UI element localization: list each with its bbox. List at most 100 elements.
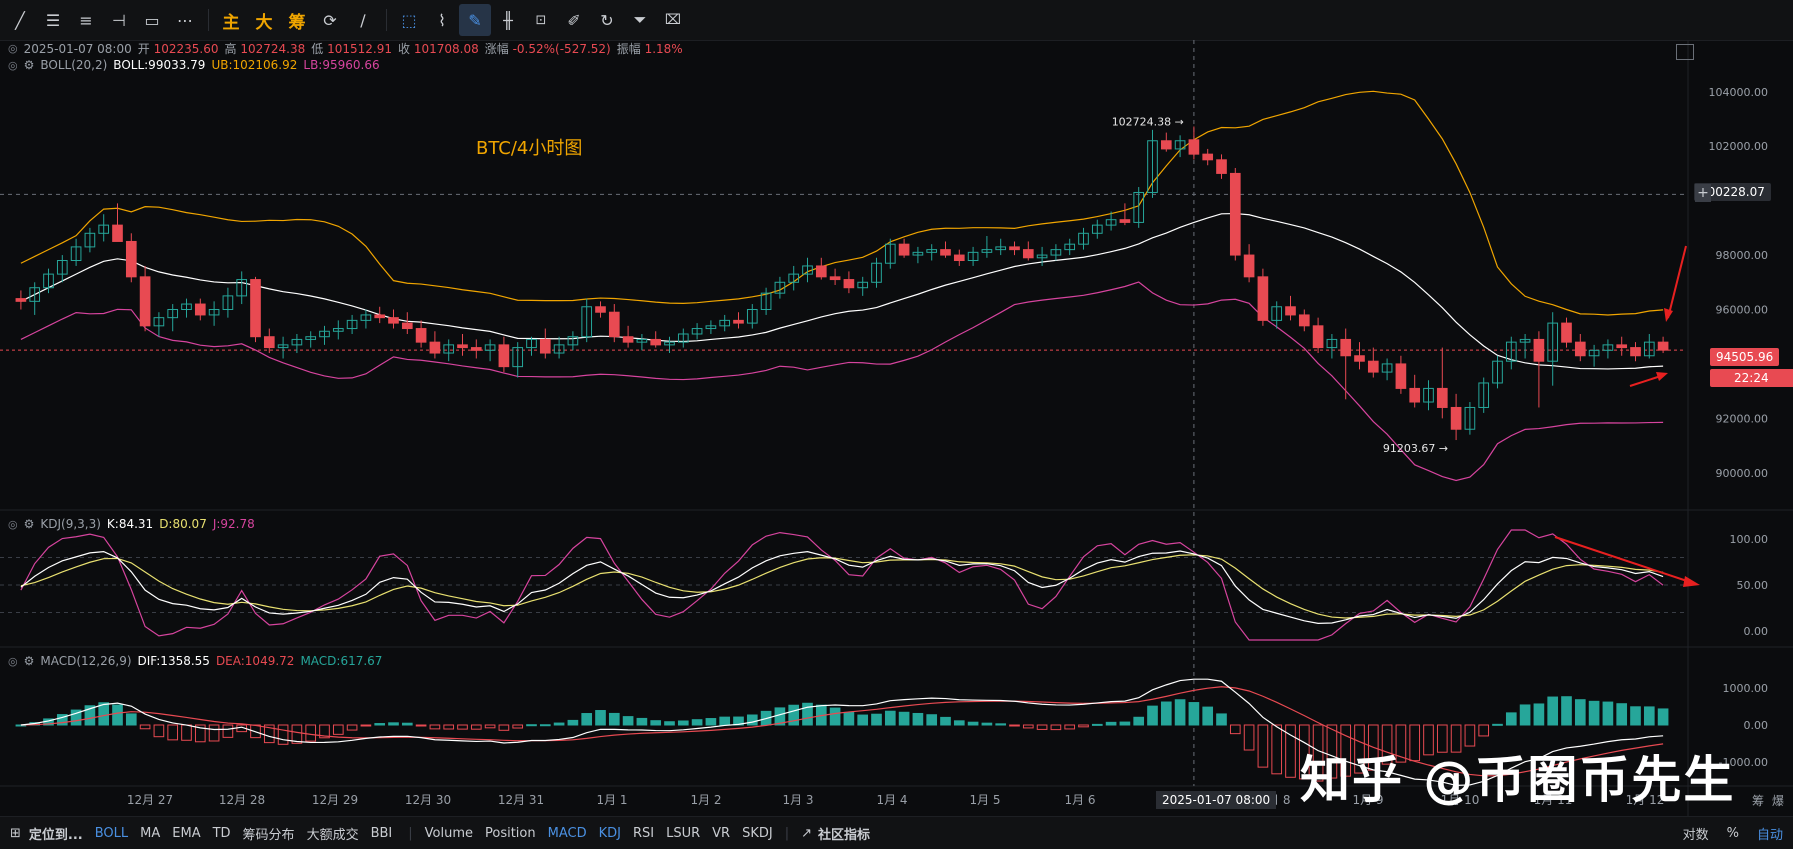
- macd-histogram-bar: [1588, 700, 1600, 726]
- sub-indicator-kdj[interactable]: KDJ: [599, 826, 621, 841]
- kdj-name: KDJ(9,3,3): [40, 517, 101, 531]
- sub-indicator-macd[interactable]: MACD: [548, 826, 587, 841]
- macd-histogram-bar: [1216, 713, 1227, 726]
- macd-histogram-bar: [967, 721, 979, 726]
- price-axis-label: 96000.00: [1716, 303, 1769, 316]
- macd-histogram-bar: [857, 714, 869, 726]
- annotation-arrow-head: [1656, 372, 1668, 381]
- indicator-chip-distribution[interactable]: 筹码分布: [243, 824, 295, 843]
- log-scale-toggle[interactable]: 对数: [1683, 824, 1709, 843]
- macd-histogram-bar: [1119, 721, 1131, 726]
- add-alert-icon[interactable]: +: [1695, 184, 1711, 202]
- indicator-settings-icon[interactable]: ⚙: [24, 58, 35, 72]
- macd-histogram-bar: [208, 724, 220, 742]
- toggle-visibility-icon[interactable]: ◎: [8, 518, 18, 531]
- macd-histogram-bar: [1243, 724, 1255, 751]
- time-axis-label: 1月 1: [596, 793, 627, 807]
- macd-histogram-bar: [1630, 706, 1641, 726]
- indicator-td[interactable]: TD: [213, 826, 231, 841]
- candle-body: [953, 254, 965, 262]
- macd-histogram-bar: [1492, 723, 1503, 726]
- macd-histogram-bar: [1174, 699, 1186, 726]
- current-price-tag: 94505.96: [1710, 348, 1780, 366]
- amplitude-value: 1.18%: [644, 42, 683, 56]
- macd-histogram-bar: [581, 713, 593, 726]
- toggle-visibility-icon[interactable]: ◎: [8, 59, 18, 72]
- candle-body: [1022, 249, 1034, 259]
- kdj-j-value: J:92.78: [212, 517, 255, 531]
- macd-histogram-bar: [1271, 724, 1283, 775]
- indicator-large-trades[interactable]: 大额成交: [307, 824, 359, 843]
- time-axis-label: 12月 28: [219, 793, 265, 807]
- indicator-ma[interactable]: MA: [140, 826, 160, 841]
- sub-indicator-vr[interactable]: VR: [712, 826, 730, 841]
- macd-histogram-bar: [636, 717, 648, 726]
- fullscreen-icon[interactable]: [1676, 44, 1694, 60]
- macd-histogram-bar: [884, 710, 896, 726]
- candle-body: [898, 243, 910, 256]
- chart-canvas[interactable]: 104000.00 102000.00 98000.00 96000.00 92000.…: [0, 0, 1793, 816]
- candle-body: [1312, 325, 1324, 349]
- candle-body: [1119, 219, 1131, 223]
- macd-histogram-bar: [181, 724, 192, 741]
- sub-indicator-volume[interactable]: Volume: [425, 826, 473, 841]
- macd-histogram-bar: [415, 724, 427, 727]
- candle-body: [470, 347, 482, 351]
- candle-body: [374, 314, 386, 319]
- indicator-settings-icon[interactable]: ⚙: [24, 654, 35, 668]
- indicator-bbi[interactable]: BBI: [371, 826, 393, 841]
- macd-histogram-bar: [139, 724, 151, 730]
- sub-indicator-skdj[interactable]: SKDJ: [742, 826, 773, 841]
- time-axis-label: 1月 2: [690, 793, 721, 807]
- time-axis-label: 12月 30: [405, 793, 451, 807]
- macd-histogram-bar: [1133, 716, 1145, 726]
- indicator-ema[interactable]: EMA: [172, 826, 200, 841]
- candle-body: [1367, 360, 1379, 373]
- ohlc-info: ◎ 2025-01-07 08:00 开 102235.60 高 102724.…: [8, 41, 683, 57]
- toggle-visibility-icon[interactable]: ◎: [8, 42, 18, 55]
- macd-histogram-bar: [1147, 705, 1158, 726]
- candle-body: [1395, 363, 1407, 389]
- macd-histogram-bar: [360, 724, 372, 727]
- time-axis-label: 1月 3: [782, 793, 813, 807]
- candle-body: [429, 341, 441, 354]
- macd-histogram-bar: [829, 707, 841, 726]
- auto-scale-toggle[interactable]: 自动: [1757, 824, 1783, 843]
- kdj-axis-label: 50.00: [1737, 579, 1769, 592]
- macd-histogram-bar: [512, 724, 524, 729]
- toggle-visibility-icon[interactable]: ◎: [8, 655, 18, 668]
- macd-histogram-bar: [953, 720, 965, 726]
- sub-indicator-rsi[interactable]: RSI: [633, 826, 654, 841]
- macd-histogram-bar: [1064, 724, 1076, 730]
- sub-indicator-lsur[interactable]: LSUR: [666, 826, 700, 841]
- annotation-arrow: [1667, 245, 1687, 319]
- percent-scale-toggle[interactable]: %: [1727, 826, 1739, 841]
- community-icon[interactable]: ↗: [801, 826, 812, 841]
- candle-body: [401, 322, 413, 330]
- macd-histogram-bar: [1105, 721, 1117, 726]
- macd-histogram-bar: [995, 723, 1007, 726]
- community-indicators-button[interactable]: 社区指标: [818, 824, 870, 843]
- indicator-boll[interactable]: BOLL: [95, 826, 128, 841]
- candle-body: [1561, 322, 1572, 343]
- macd-histogram-bar: [664, 721, 675, 726]
- locate-icon[interactable]: ⊞: [10, 826, 21, 841]
- candle-body: [539, 338, 551, 354]
- sub-indicator-position[interactable]: Position: [485, 826, 536, 841]
- macd-histogram-bar: [305, 724, 317, 742]
- indicator-settings-icon[interactable]: ⚙: [24, 517, 35, 531]
- macd-histogram-bar: [388, 722, 399, 726]
- locate-button[interactable]: 定位到...: [29, 824, 83, 843]
- macd-histogram-bar: [1160, 701, 1172, 726]
- macd-histogram-bar: [608, 712, 620, 726]
- candle-body: [1009, 246, 1020, 251]
- time-axis-label: 12月 31: [498, 793, 544, 807]
- price-axis-label: 102000.00: [1709, 140, 1769, 153]
- macd-histogram-bar: [622, 716, 634, 726]
- macd-histogram-bar: [443, 724, 455, 730]
- candle-body: [1616, 344, 1628, 349]
- boll-upper-band: [20, 90, 1664, 316]
- kdj-d-line: [20, 554, 1664, 619]
- macd-histogram-bar: [277, 724, 289, 745]
- macd-histogram-bar: [1188, 702, 1200, 726]
